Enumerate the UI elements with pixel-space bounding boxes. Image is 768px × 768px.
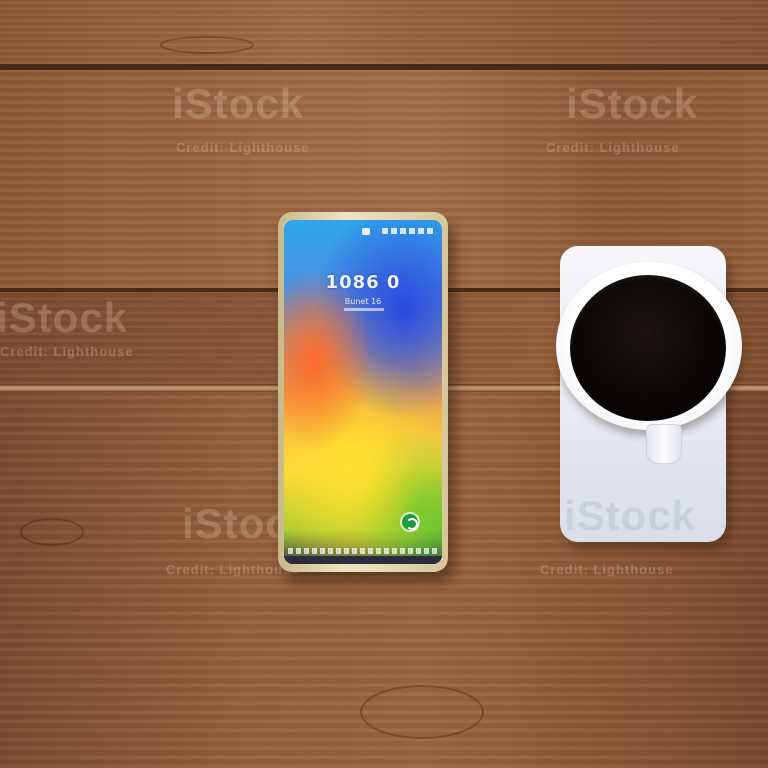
lock-screen-shortcuts	[288, 548, 438, 554]
cup-handle	[646, 424, 682, 464]
wood-knot	[160, 36, 254, 54]
camera-notch-icon	[362, 228, 370, 235]
phone-status-bar	[284, 226, 442, 238]
phone-nav-bar	[284, 556, 442, 564]
wood-knot	[360, 685, 484, 739]
circular-arrow-icon[interactable]	[400, 512, 420, 532]
phone-lock-screen[interactable]: 1086 0 Bunet 16	[284, 220, 442, 564]
black-coffee	[570, 275, 726, 421]
status-icons	[382, 228, 434, 234]
lock-screen-clock: 1086 0	[325, 272, 401, 293]
lock-screen-date: Bunet 16	[344, 297, 382, 306]
wood-knot	[20, 518, 84, 546]
lock-screen-subtext	[344, 308, 384, 311]
table-plank-top	[0, 0, 768, 64]
smartphone: 1086 0 Bunet 16	[278, 212, 448, 572]
